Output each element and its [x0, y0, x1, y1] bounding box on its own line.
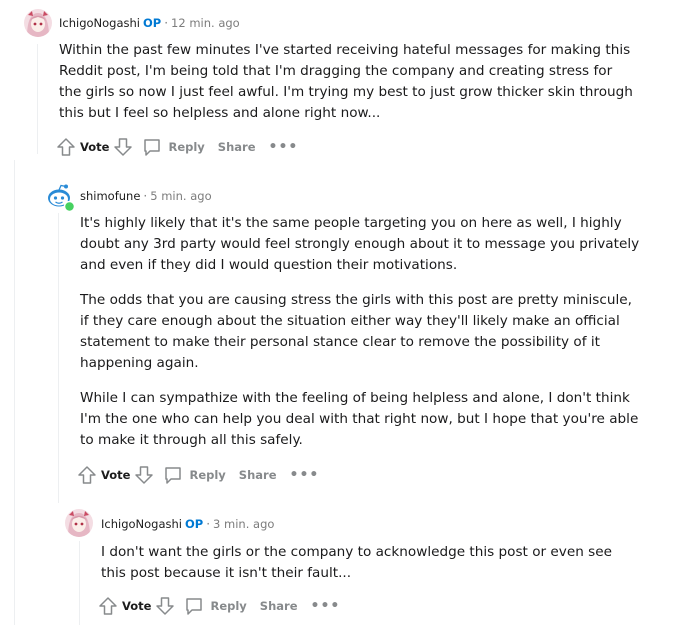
- downvote-icon: [135, 466, 154, 484]
- share-button[interactable]: Share: [239, 468, 277, 482]
- avatar[interactable]: [45, 182, 75, 212]
- share-button[interactable]: Share: [260, 599, 298, 613]
- vote-count: Vote: [101, 468, 131, 482]
- vote-count: Vote: [122, 599, 152, 613]
- upvote-icon: [57, 138, 75, 156]
- author-name[interactable]: IchigoNogashi: [59, 16, 140, 30]
- downvote-icon: [114, 138, 133, 156]
- comment-timestamp[interactable]: 5 min. ago: [150, 189, 211, 203]
- comment-paragraph: The odds that you are causing stress the…: [80, 292, 632, 371]
- reply-button[interactable]: Reply: [142, 137, 205, 157]
- reply-button[interactable]: Reply: [163, 465, 226, 485]
- comment-timestamp[interactable]: 12 min. ago: [171, 16, 240, 30]
- comment-actions: Vote Reply Share •••: [77, 464, 319, 486]
- thread-line-3[interactable]: [79, 541, 80, 625]
- avatar[interactable]: [24, 9, 52, 37]
- vote-count: Vote: [80, 140, 110, 154]
- upvote-button[interactable]: [56, 137, 76, 157]
- author-name[interactable]: shimofune: [80, 189, 140, 203]
- op-badge: OP: [143, 16, 162, 30]
- downvote-icon: [156, 597, 175, 615]
- thread-line-1[interactable]: [37, 44, 38, 154]
- comment-body: Within the past few minutes I've started…: [59, 40, 634, 138]
- avatar[interactable]: [65, 509, 93, 537]
- comment-icon: [165, 467, 182, 484]
- more-icon[interactable]: •••: [311, 598, 341, 614]
- comment-icon: [144, 139, 161, 156]
- anime-avatar-icon: [24, 9, 52, 37]
- comment-timestamp[interactable]: 3 min. ago: [213, 517, 274, 531]
- comment-body: I don't want the girls or the company to…: [101, 542, 631, 598]
- upvote-icon: [99, 597, 117, 615]
- downvote-button[interactable]: [113, 137, 133, 157]
- thread-line-main[interactable]: [14, 160, 15, 625]
- reply-button[interactable]: Reply: [184, 596, 247, 616]
- share-button[interactable]: Share: [218, 140, 256, 154]
- upvote-button[interactable]: [98, 596, 118, 616]
- comment-body: It's highly likely that it's the same pe…: [80, 213, 640, 465]
- op-badge: OP: [185, 517, 204, 531]
- upvote-icon: [78, 466, 96, 484]
- comment-actions: Vote Reply Share •••: [56, 136, 298, 158]
- meta-separator: ·: [164, 16, 169, 30]
- comment-paragraph: While I can sympathize with the feeling …: [80, 390, 639, 448]
- more-icon[interactable]: •••: [290, 467, 320, 483]
- anime-avatar-icon: [65, 509, 93, 537]
- comment-paragraph: Within the past few minutes I've started…: [59, 42, 633, 121]
- reply-label: Reply: [210, 599, 247, 613]
- author-name[interactable]: IchigoNogashi: [101, 517, 182, 531]
- comment-paragraph: I don't want the girls or the company to…: [101, 544, 612, 581]
- reply-label: Reply: [168, 140, 205, 154]
- upvote-button[interactable]: [77, 465, 97, 485]
- comment-paragraph: It's highly likely that it's the same pe…: [80, 215, 640, 273]
- comment-actions: Vote Reply Share •••: [98, 595, 340, 617]
- meta-separator: ·: [143, 189, 148, 203]
- thread-line-2[interactable]: [58, 213, 59, 503]
- reply-label: Reply: [189, 468, 226, 482]
- downvote-button[interactable]: [155, 596, 175, 616]
- meta-separator: ·: [206, 517, 211, 531]
- downvote-button[interactable]: [134, 465, 154, 485]
- online-status-icon: [64, 201, 75, 212]
- more-icon[interactable]: •••: [269, 139, 299, 155]
- comment-icon: [186, 598, 203, 615]
